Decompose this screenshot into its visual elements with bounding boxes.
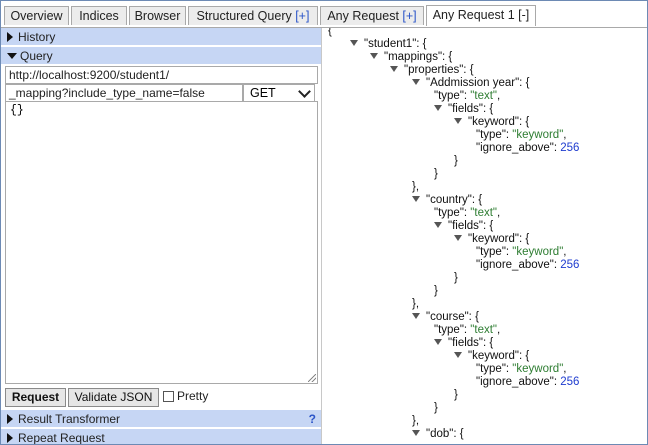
json-line: }: [434, 285, 438, 297]
json-node-addmission-year[interactable]: "Addmission year": {: [412, 77, 529, 90]
pretty-checkbox[interactable]: [163, 391, 174, 402]
query-section-header[interactable]: Query: [1, 47, 321, 65]
json-node-dob[interactable]: "dob": {: [412, 428, 464, 441]
result-transformer-header[interactable]: Result Transformer ?: [1, 410, 321, 428]
collapse-triangle-icon[interactable]: [434, 222, 442, 228]
request-body-text: {}: [10, 104, 24, 117]
json-line: "type": "keyword",: [476, 129, 567, 141]
section-label: History: [18, 30, 56, 44]
tab-any-request-1[interactable]: Any Request 1 [-]: [426, 5, 536, 26]
json-line: }: [434, 168, 438, 180]
section-label: Repeat Request: [18, 431, 105, 444]
method-value: GET: [250, 86, 276, 100]
add-tab-link[interactable]: [+]: [402, 9, 416, 23]
pretty-label: Pretty: [177, 389, 209, 403]
tab-label: Any Request: [327, 9, 403, 23]
section-label: Result Transformer: [18, 412, 121, 426]
collapse-triangle-icon[interactable]: [370, 53, 378, 59]
json-node-student1[interactable]: "student1": {: [350, 38, 427, 51]
tab-structured-query[interactable]: Structured Query [+]: [188, 6, 318, 25]
section-label: Query: [20, 49, 53, 63]
json-node-keyword[interactable]: "keyword": {: [454, 116, 529, 129]
collapse-triangle-icon[interactable]: [434, 105, 442, 111]
collapsed-triangle-icon: [7, 414, 13, 424]
validate-json-button[interactable]: Validate JSON: [68, 388, 159, 407]
json-node-mappings[interactable]: "mappings": {: [370, 51, 452, 64]
repeat-request-header[interactable]: Repeat Request: [1, 429, 321, 444]
url-input[interactable]: http://localhost:9200/student1/: [5, 66, 318, 84]
method-select[interactable]: GET: [243, 84, 315, 102]
json-node-course[interactable]: "course": {: [412, 311, 479, 324]
json-line: }: [454, 389, 458, 401]
json-line: "type": "keyword",: [476, 363, 567, 375]
json-node-country[interactable]: "country": {: [412, 194, 482, 207]
collapsed-triangle-icon: [7, 433, 13, 443]
tab-label: Overview: [10, 9, 63, 23]
collapse-triangle-icon[interactable]: [412, 196, 420, 202]
expanded-triangle-icon: [7, 53, 17, 59]
json-node-fields[interactable]: "fields": {: [434, 337, 493, 350]
tab-overview[interactable]: Overview: [4, 6, 69, 25]
json-line: }: [454, 155, 458, 167]
tab-label: Any Request 1 [-]: [432, 8, 530, 22]
json-node-fields[interactable]: "fields": {: [434, 220, 493, 233]
tab-browser[interactable]: Browser: [129, 6, 186, 25]
collapsed-triangle-icon: [7, 32, 13, 42]
json-line: },: [412, 181, 420, 193]
json-line: "type": "keyword",: [476, 246, 567, 258]
collapse-triangle-icon[interactable]: [454, 352, 462, 358]
json-line: }: [454, 272, 458, 284]
json-line: "type": "text",: [434, 207, 501, 219]
json-line: }: [434, 402, 438, 414]
query-panel: History Query http://localhost:9200/stud…: [1, 28, 321, 444]
request-body-textarea[interactable]: {}: [5, 101, 318, 384]
json-line: "type": "text",: [434, 324, 501, 336]
tab-any-request[interactable]: Any Request [+]: [320, 6, 424, 25]
json-node-properties[interactable]: "properties": {: [390, 64, 474, 77]
json-line: },: [412, 298, 420, 310]
path-input[interactable]: _mapping?include_type_name=false: [5, 84, 243, 102]
json-node-fields[interactable]: "fields": {: [434, 103, 493, 116]
json-line: },: [412, 415, 420, 427]
tab-label: Structured Query: [196, 9, 296, 23]
tab-bar: Overview Indices Browser Structured Quer…: [1, 1, 647, 28]
json-line: {: [328, 28, 332, 37]
request-button[interactable]: Request: [5, 388, 66, 407]
resize-grip-icon[interactable]: [308, 374, 316, 382]
json-node-keyword[interactable]: "keyword": {: [454, 350, 529, 363]
collapse-triangle-icon[interactable]: [412, 79, 420, 85]
collapse-triangle-icon[interactable]: [350, 40, 358, 46]
json-line: "type": "text",: [434, 90, 501, 102]
collapse-triangle-icon[interactable]: [454, 118, 462, 124]
json-line: "ignore_above": 256: [476, 142, 580, 154]
history-section-header[interactable]: History: [1, 28, 321, 46]
tab-label: Indices: [79, 9, 119, 23]
tab-label: Browser: [134, 9, 181, 23]
tab-indices[interactable]: Indices: [71, 6, 127, 25]
collapse-triangle-icon[interactable]: [434, 339, 442, 345]
help-link[interactable]: ?: [309, 410, 316, 428]
collapse-triangle-icon[interactable]: [454, 235, 462, 241]
collapse-triangle-icon[interactable]: [390, 66, 398, 72]
chevron-down-icon: [298, 85, 311, 98]
json-line: "ignore_above": 256: [476, 376, 580, 388]
add-tab-link[interactable]: [+]: [295, 9, 309, 23]
json-node-keyword[interactable]: "keyword": {: [454, 233, 529, 246]
json-response-viewer: { "student1": { "mappings": { "propertie…: [322, 28, 646, 444]
json-line: "ignore_above": 256: [476, 259, 580, 271]
collapse-triangle-icon[interactable]: [412, 430, 420, 436]
collapse-triangle-icon[interactable]: [412, 313, 420, 319]
